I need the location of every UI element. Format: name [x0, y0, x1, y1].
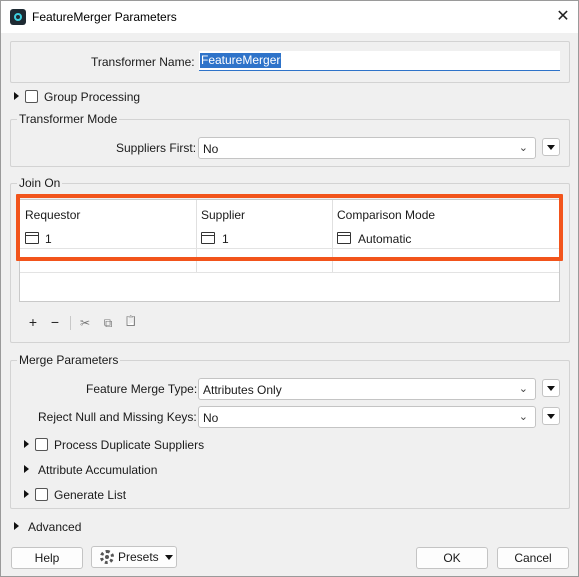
presets-label: Presets — [118, 550, 159, 564]
transformer-name-value: FeatureMerger — [200, 53, 282, 68]
group-processing-checkbox[interactable] — [25, 90, 38, 103]
presets-button[interactable]: Presets — [91, 546, 177, 568]
group-processing-label: Group Processing — [44, 90, 141, 104]
paste-icon[interactable]: 📋 — [124, 316, 138, 327]
help-button[interactable]: Help — [11, 547, 83, 569]
triangle-down-icon — [547, 145, 555, 150]
chevron-down-icon: ⌄ — [518, 411, 528, 423]
chevron-down-icon: ⌄ — [518, 142, 528, 154]
suppliers-first-select[interactable]: No ⌄ — [198, 137, 536, 159]
suppliers-first-value: No — [203, 142, 219, 156]
advanced-expander-icon[interactable] — [14, 522, 19, 530]
suppliers-first-label: Suppliers First: — [116, 141, 197, 155]
toolbar-divider — [70, 316, 71, 330]
reject-null-label: Reject Null and Missing Keys: — [38, 410, 197, 424]
transformer-name-label: Transformer Name: — [91, 55, 195, 69]
suppliers-first-menu-button[interactable] — [542, 138, 560, 156]
triangle-down-icon — [547, 386, 555, 391]
generate-list-checkbox[interactable] — [35, 488, 48, 501]
process-duplicate-label: Process Duplicate Suppliers — [54, 438, 205, 452]
reject-null-value: No — [203, 411, 219, 425]
highlight-annotation — [16, 194, 563, 261]
triangle-down-icon — [547, 414, 555, 419]
gear-icon — [100, 550, 114, 564]
transformer-name-input[interactable]: FeatureMerger — [199, 51, 560, 71]
title-bar: FeatureMerger Parameters ✕ — [1, 1, 578, 33]
process-duplicate-checkbox[interactable] — [35, 438, 48, 451]
reject-null-menu-button[interactable] — [542, 407, 560, 425]
process-duplicate-expander-icon[interactable] — [24, 440, 29, 448]
featuremerger-app-icon — [10, 9, 26, 25]
join-on-title: Join On — [17, 176, 63, 190]
chevron-down-icon: ⌄ — [518, 383, 528, 395]
generate-list-expander-icon[interactable] — [24, 490, 29, 498]
feature-merge-type-value: Attributes Only — [203, 383, 282, 397]
cut-icon[interactable]: ✂ — [78, 316, 92, 330]
window-title: FeatureMerger Parameters — [32, 10, 177, 24]
add-row-button[interactable]: + — [26, 314, 40, 330]
advanced-label[interactable]: Advanced — [28, 520, 81, 534]
feature-merge-type-label: Feature Merge Type: — [86, 382, 198, 396]
group-processing-expander-icon[interactable] — [14, 92, 19, 100]
attribute-accumulation-expander-icon[interactable] — [24, 465, 29, 473]
close-icon[interactable]: ✕ — [552, 6, 574, 28]
copy-icon[interactable]: ⧉ — [101, 316, 115, 331]
remove-row-button[interactable]: − — [48, 314, 62, 330]
attribute-accumulation-label[interactable]: Attribute Accumulation — [38, 463, 157, 477]
cancel-button[interactable]: Cancel — [497, 547, 569, 569]
triangle-down-icon — [165, 555, 173, 560]
merge-parameters-title: Merge Parameters — [17, 353, 121, 367]
transformer-mode-title: Transformer Mode — [17, 112, 120, 126]
feature-merge-type-select[interactable]: Attributes Only ⌄ — [198, 378, 536, 400]
ok-button[interactable]: OK — [416, 547, 488, 569]
feature-merge-type-menu-button[interactable] — [542, 379, 560, 397]
reject-null-select[interactable]: No ⌄ — [198, 406, 536, 428]
dialog-window: FeatureMerger Parameters ✕ Transformer N… — [0, 0, 579, 577]
generate-list-label: Generate List — [54, 488, 127, 502]
